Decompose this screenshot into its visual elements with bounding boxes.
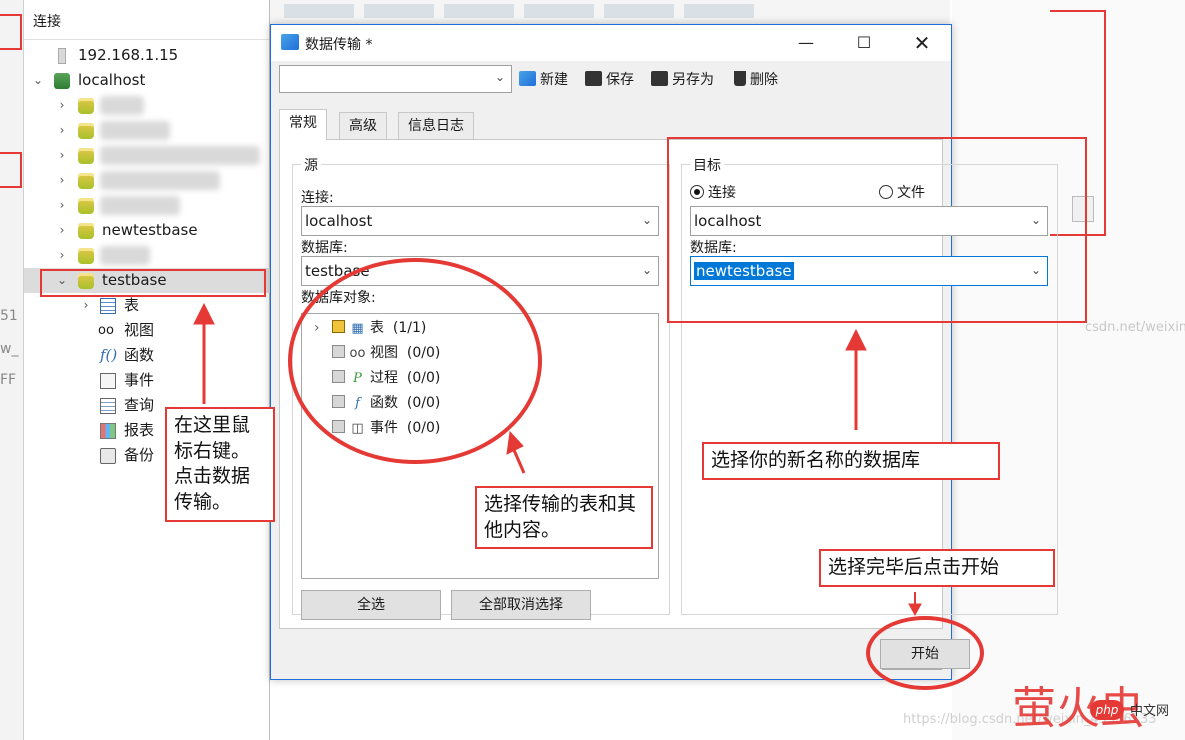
annotation-arrows (193, 302, 922, 617)
arrow-head (845, 328, 867, 351)
php-badge: php (1090, 700, 1124, 720)
arrow-to-objects (512, 449, 526, 474)
arrow-head (193, 302, 215, 325)
tab-general[interactable]: 常规 (279, 109, 327, 140)
arrow-head (908, 603, 922, 617)
php-brand-text: 中文网 (1130, 704, 1170, 719)
watermark-logo: 萤火虫 (1012, 683, 1144, 734)
